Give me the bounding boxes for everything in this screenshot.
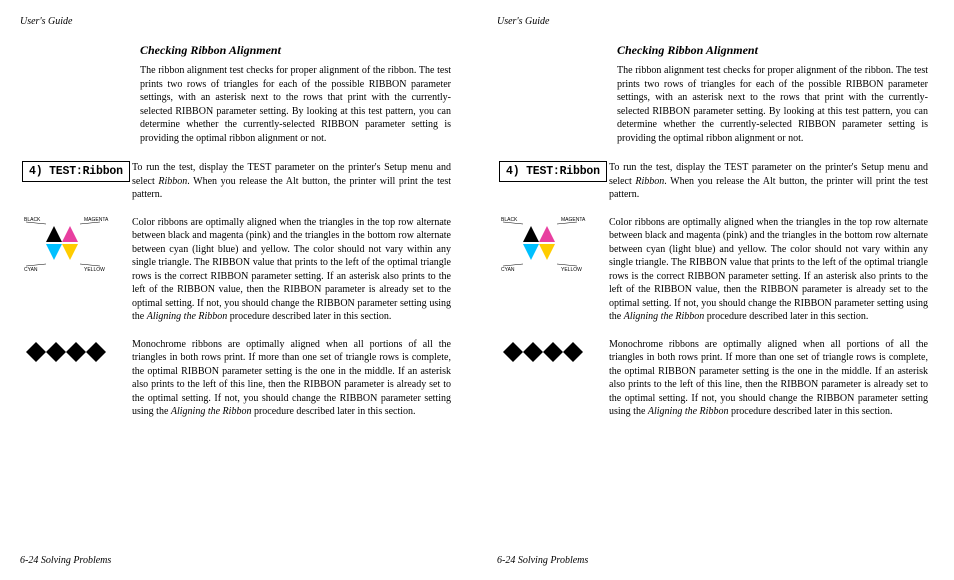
svg-text:YELLOW: YELLOW [84, 267, 105, 273]
svg-text:CYAN: CYAN [501, 267, 515, 273]
color-triangles-icon: BLACK MAGENTA CYAN YELLOW [499, 216, 599, 276]
test-display-box: 4) TEST:Ribbon [22, 161, 130, 182]
intro-paragraph: The ribbon alignment test checks for pro… [140, 64, 451, 145]
svg-text:BLACK: BLACK [24, 217, 41, 223]
svg-text:MAGENTA: MAGENTA [561, 217, 586, 223]
mono-ribbon-paragraph: Monochrome ribbons are optimally aligned… [609, 338, 928, 419]
color-triangles-icon: BLACK MAGENTA CYAN YELLOW [22, 216, 122, 276]
test-instruction: To run the test, display the TEST parame… [132, 161, 451, 202]
section-heading: Checking Ribbon Alignment [617, 43, 928, 58]
page-right: User's Guide Checking Ribbon Alignment T… [477, 0, 954, 580]
page-left: User's Guide Checking Ribbon Alignment T… [0, 0, 477, 580]
running-head: User's Guide [497, 16, 928, 27]
page-footer: 6-24 Solving Problems [497, 555, 588, 566]
svg-text:BLACK: BLACK [501, 217, 518, 223]
section-heading: Checking Ribbon Alignment [140, 43, 451, 58]
test-instruction: To run the test, display the TEST parame… [609, 161, 928, 202]
running-head: User's Guide [20, 16, 451, 27]
color-ribbon-paragraph: Color ribbons are optimally aligned when… [132, 216, 451, 324]
mono-triangles-icon [499, 338, 599, 368]
intro-paragraph: The ribbon alignment test checks for pro… [617, 64, 928, 145]
page-footer: 6-24 Solving Problems [20, 555, 111, 566]
svg-text:CYAN: CYAN [24, 267, 38, 273]
color-ribbon-paragraph: Color ribbons are optimally aligned when… [609, 216, 928, 324]
test-display-box: 4) TEST:Ribbon [499, 161, 607, 182]
svg-text:MAGENTA: MAGENTA [84, 217, 109, 223]
mono-ribbon-paragraph: Monochrome ribbons are optimally aligned… [132, 338, 451, 419]
svg-text:YELLOW: YELLOW [561, 267, 582, 273]
mono-triangles-icon [22, 338, 122, 368]
